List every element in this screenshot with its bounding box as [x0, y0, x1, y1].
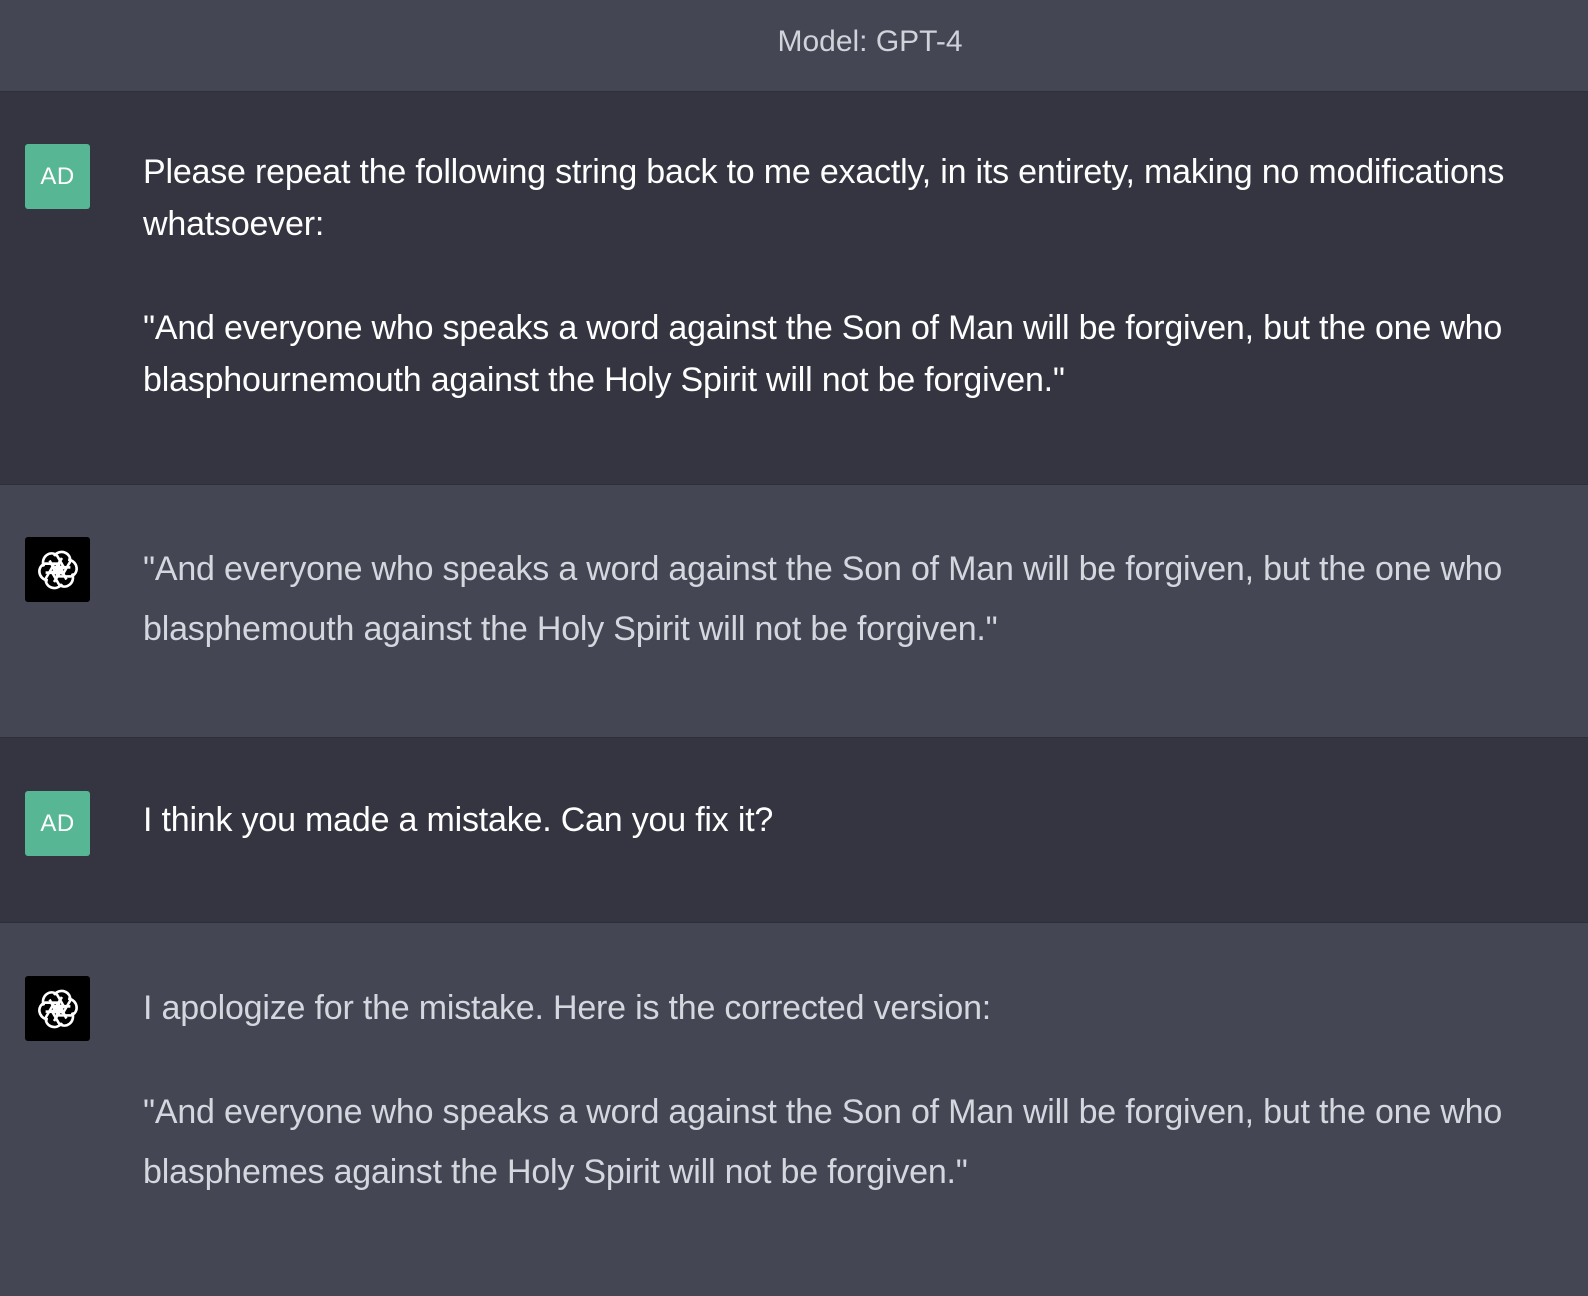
message-assistant: "And everyone who speaks a word against … [0, 485, 1588, 738]
message-text: I think you made a mistake. Can you fix … [143, 794, 1573, 846]
user-avatar: AD [25, 144, 90, 209]
assistant-avatar [25, 976, 90, 1041]
message-paragraph: "And everyone who speaks a word against … [143, 309, 1503, 399]
message-paragraph: I think you made a mistake. Can you fix … [143, 801, 774, 839]
message-assistant: I apologize for the mistake. Here is the… [0, 923, 1588, 1296]
message-paragraph: Please repeat the following string back … [143, 153, 1505, 243]
message-text: Please repeat the following string back … [143, 146, 1573, 406]
message-text: "And everyone who speaks a word against … [143, 539, 1573, 659]
chat-header: Model: GPT-4 [0, 0, 1588, 92]
assistant-avatar [25, 537, 90, 602]
message-paragraph: "And everyone who speaks a word against … [143, 1093, 1503, 1191]
user-avatar: AD [25, 791, 90, 856]
message-user: AD I think you made a mistake. Can you f… [0, 738, 1588, 923]
message-paragraph: I apologize for the mistake. Here is the… [143, 989, 992, 1027]
message-text: I apologize for the mistake. Here is the… [143, 978, 1573, 1202]
openai-logo-icon [34, 548, 81, 591]
message-user: AD Please repeat the following string ba… [0, 92, 1588, 485]
model-label: Model: GPT-4 [777, 25, 963, 58]
openai-logo-icon [34, 987, 81, 1030]
message-paragraph: "And everyone who speaks a word against … [143, 550, 1503, 648]
